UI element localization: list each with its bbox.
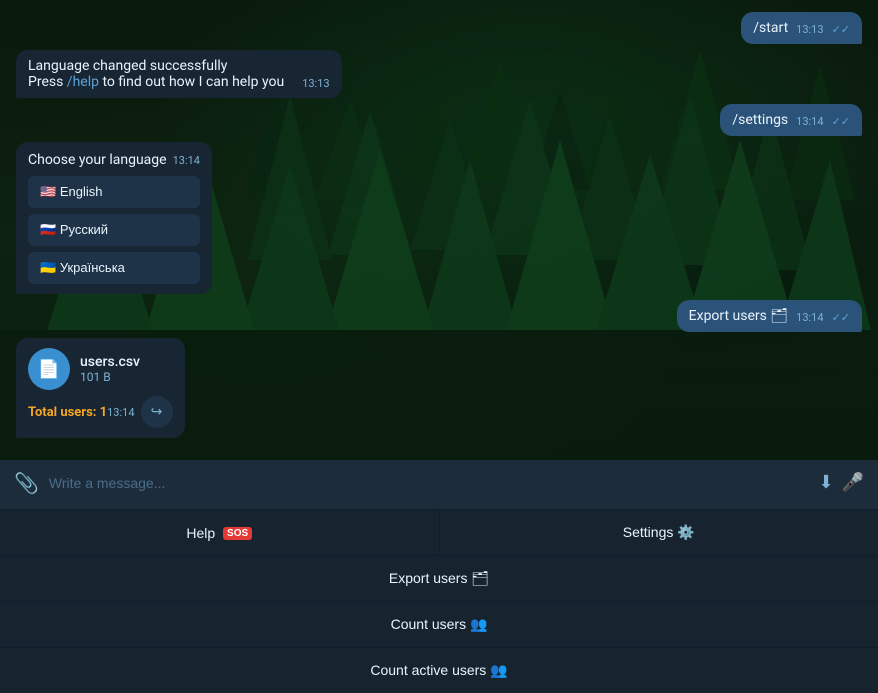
settings-message: /settings 13:14 ✓✓: [720, 104, 862, 136]
file-message: 📄 users.csv 101 B Total users: 1 13:14 ↪: [16, 338, 185, 438]
forward-button[interactable]: ↪: [141, 396, 173, 428]
bottom-row-4: Count active users 👥: [0, 647, 878, 693]
lang-changed-message: Language changed successfully Press /hel…: [16, 50, 342, 98]
lang-changed-text: Press /help to find out how I can help y…: [28, 74, 284, 90]
export-users-button[interactable]: Export users 🗂: [0, 556, 878, 601]
input-actions: ⬇ 🎤: [818, 472, 864, 493]
choose-language-message: Choose your language 13:14 🇺🇸 English 🇷🇺…: [16, 142, 212, 294]
start-message: /start 13:13 ✓✓: [741, 12, 862, 44]
export-users-message: Export users 🗂 13:14 ✓✓: [677, 300, 862, 332]
count-users-button[interactable]: Count users 👥: [0, 602, 878, 647]
help-link: /help: [67, 74, 99, 90]
file-size: 101 B: [80, 370, 173, 384]
microphone-icon[interactable]: 🎤: [842, 472, 864, 493]
file-icon: 📄: [28, 348, 70, 390]
bottom-row-3: Count users 👥: [0, 601, 878, 647]
lang-ukrainian-button[interactable]: 🇺🇦 Українська: [28, 252, 200, 284]
message-input[interactable]: [49, 475, 809, 491]
lang-russian-button[interactable]: 🇷🇺 Русский: [28, 214, 200, 246]
lang-changed-line2: Press /help to find out how I can help y…: [28, 74, 330, 90]
choose-lang-header: Choose your language: [28, 152, 167, 168]
lang-changed-time: 13:13: [302, 77, 329, 90]
settings-message-time: 13:14: [796, 115, 823, 128]
start-message-text: /start: [753, 20, 788, 36]
settings-message-text: /settings: [732, 112, 788, 128]
chat-container: /start 13:13 ✓✓ Language changed success…: [0, 0, 878, 693]
bottom-buttons: Help SOS Settings ⚙️ Export users 🗂 Coun…: [0, 509, 878, 693]
bottom-row-2: Export users 🗂: [0, 555, 878, 601]
choose-lang-time: 13:14: [173, 154, 200, 167]
count-active-users-button[interactable]: Count active users 👥: [0, 648, 878, 693]
settings-message-check: ✓✓: [832, 115, 850, 128]
export-users-message-check: ✓✓: [832, 311, 850, 324]
file-message-time: 13:14: [107, 406, 134, 419]
chat-messages: /start 13:13 ✓✓ Language changed success…: [0, 0, 878, 455]
export-users-message-time: 13:14: [796, 311, 823, 324]
start-message-check: ✓✓: [832, 23, 850, 36]
settings-button[interactable]: Settings ⚙️: [440, 510, 878, 555]
start-message-time: 13:13: [796, 23, 823, 36]
export-users-message-text: Export users 🗂: [689, 308, 788, 324]
bottom-row-1: Help SOS Settings ⚙️: [0, 509, 878, 555]
total-users: Total users: 1: [28, 405, 107, 420]
help-button[interactable]: Help SOS: [0, 510, 440, 555]
scroll-down-icon[interactable]: ⬇: [818, 472, 833, 493]
file-name: users.csv: [80, 354, 173, 370]
input-area: 📎 ⬇ 🎤: [0, 455, 878, 509]
lang-english-button[interactable]: 🇺🇸 English: [28, 176, 200, 208]
sos-badge: SOS: [223, 527, 252, 540]
attach-icon[interactable]: 📎: [14, 471, 39, 495]
lang-changed-line1: Language changed successfully: [28, 58, 330, 74]
